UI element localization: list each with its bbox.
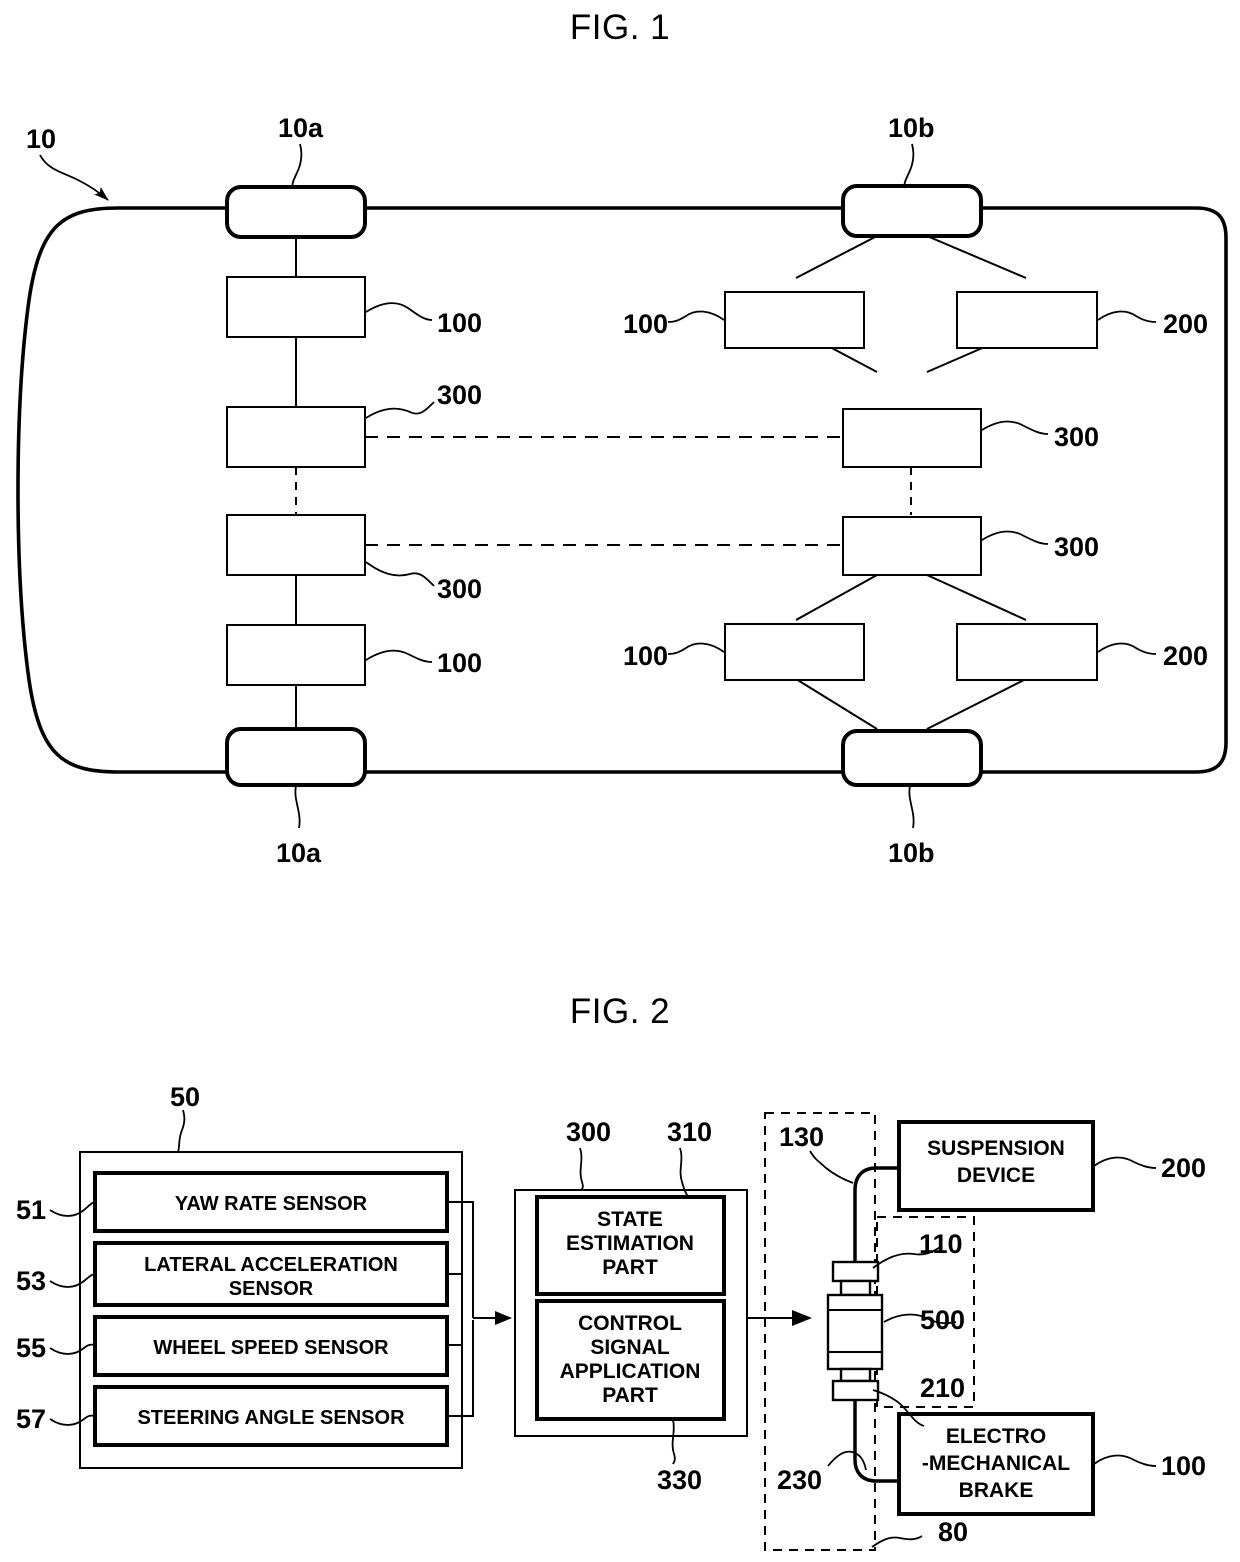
ref-300-fr: 300 bbox=[1054, 422, 1099, 452]
controller-to-connector-arrow bbox=[747, 1310, 812, 1326]
state-estimation-line3: PART bbox=[602, 1256, 658, 1279]
sensor-group-container bbox=[79, 1151, 463, 1469]
sensor-output-bus bbox=[447, 1201, 474, 1417]
wheel-front-right[interactable] bbox=[841, 184, 983, 238]
state-estimation-line1: STATE bbox=[597, 1208, 663, 1231]
lateral-acceleration-sensor-label-line2: SENSOR bbox=[229, 1278, 314, 1300]
connector-top-neck bbox=[839, 1279, 872, 1297]
ref-310: 310 bbox=[667, 1117, 712, 1147]
ref-110: 110 bbox=[919, 1229, 963, 1259]
ref-10b-bottom: 10b bbox=[888, 838, 935, 868]
connector-body-500[interactable] bbox=[826, 1293, 884, 1371]
sensor-to-controller-arrow bbox=[473, 1311, 512, 1325]
suspension-front-right[interactable] bbox=[956, 291, 1098, 349]
ref-55: 55 bbox=[16, 1333, 46, 1363]
steering-angle-sensor-label: STEERING ANGLE SENSOR bbox=[137, 1407, 405, 1429]
ref-330: 330 bbox=[657, 1465, 702, 1495]
state-estimation-part-box[interactable] bbox=[535, 1195, 726, 1296]
connector-dashed-box bbox=[876, 1216, 975, 1408]
ref-57: 57 bbox=[16, 1404, 46, 1434]
ref-53: 53 bbox=[16, 1266, 46, 1296]
ref-300-fl: 300 bbox=[437, 380, 482, 410]
connector-top-cap-110[interactable] bbox=[831, 1260, 880, 1283]
wheel-rear-left[interactable] bbox=[225, 727, 367, 787]
wheel-speed-sensor-label: WHEEL SPEED SENSOR bbox=[153, 1337, 389, 1359]
steering-angle-sensor-box[interactable] bbox=[93, 1385, 449, 1447]
ref-50: 50 bbox=[170, 1082, 200, 1112]
brake-front-left[interactable] bbox=[226, 276, 366, 338]
ref-300-rl: 300 bbox=[437, 574, 482, 604]
wheel-front-left[interactable] bbox=[225, 185, 367, 239]
figure-1-leader-lines bbox=[39, 143, 1157, 829]
right-column-connector-lines bbox=[795, 235, 1027, 730]
assembly-dashed-outer-80 bbox=[764, 1112, 876, 1551]
wheel-speed-sensor-box[interactable] bbox=[93, 1315, 449, 1377]
brake-rear-right[interactable] bbox=[724, 623, 865, 681]
wheel-rear-right[interactable] bbox=[841, 729, 983, 787]
ref-300-rr: 300 bbox=[1054, 532, 1099, 562]
control-signal-line2: SIGNAL bbox=[590, 1336, 670, 1359]
ref-51: 51 bbox=[16, 1195, 46, 1225]
ref-500: 500 bbox=[920, 1305, 965, 1335]
controller-rear-right[interactable] bbox=[842, 516, 982, 576]
ref-130: 130 bbox=[779, 1122, 824, 1152]
state-estimation-line2: ESTIMATION bbox=[566, 1232, 694, 1255]
yaw-rate-sensor-box[interactable] bbox=[93, 1171, 449, 1233]
brake-line1: ELECTRO bbox=[946, 1425, 1046, 1448]
ref-200-suspension: 200 bbox=[1161, 1153, 1206, 1183]
yaw-rate-sensor-label: YAW RATE SENSOR bbox=[175, 1193, 368, 1215]
ref-100-rl: 100 bbox=[437, 648, 482, 678]
ref-230: 230 bbox=[777, 1465, 822, 1495]
ref-100-brake: 100 bbox=[1161, 1451, 1206, 1481]
ref-200-fr: 200 bbox=[1163, 309, 1208, 339]
figure-2-leader-lines bbox=[49, 1109, 1157, 1548]
controller-rear-left[interactable] bbox=[226, 514, 366, 576]
figure-1-title: FIG. 1 bbox=[569, 8, 671, 47]
suspension-rear-right[interactable] bbox=[956, 623, 1098, 681]
control-signal-line3: APPLICATION bbox=[560, 1360, 701, 1383]
ref-200-rr: 200 bbox=[1163, 641, 1208, 671]
ref-10a-top: 10a bbox=[278, 113, 324, 143]
connector-bottom-cap-210[interactable] bbox=[831, 1379, 880, 1402]
controller-crosslinks bbox=[365, 436, 843, 546]
control-signal-line1: CONTROL bbox=[578, 1312, 682, 1335]
ref-300-controller: 300 bbox=[566, 1117, 611, 1147]
ref-100-rr: 100 bbox=[623, 641, 668, 671]
figure-1-drawing: 10 10a 10b 10a 10b 100 300 300 100 100 2… bbox=[16, 113, 1228, 868]
controller-front-left[interactable] bbox=[226, 406, 366, 468]
lateral-acceleration-sensor-box[interactable] bbox=[93, 1241, 449, 1307]
harness-lines bbox=[853, 1166, 898, 1483]
vehicle-body-outline bbox=[16, 206, 1228, 774]
control-signal-line4: PART bbox=[602, 1384, 658, 1407]
controller-front-right[interactable] bbox=[842, 408, 982, 468]
connector-bottom-neck bbox=[839, 1367, 872, 1383]
electro-mechanical-brake-box[interactable] bbox=[897, 1412, 1095, 1516]
ref-80: 80 bbox=[938, 1517, 968, 1547]
brake-front-right[interactable] bbox=[724, 291, 865, 349]
ref-100-fr: 100 bbox=[623, 309, 668, 339]
control-signal-application-part-box[interactable] bbox=[535, 1299, 726, 1421]
ref-100-fl: 100 bbox=[437, 308, 482, 338]
brake-rear-left[interactable] bbox=[226, 624, 366, 686]
figure-2-drawing: YAW RATE SENSOR LATERAL ACCELERATION SEN… bbox=[16, 1082, 1206, 1551]
patent-drawing-page: FIG. 1 10 10a 10b 10a 10b 100 300 300 10… bbox=[0, 0, 1240, 1562]
figure-2-title: FIG. 2 bbox=[569, 992, 671, 1031]
brake-line2: -MECHANICAL bbox=[922, 1452, 1070, 1475]
ref-10: 10 bbox=[26, 124, 56, 154]
brake-line3: BRAKE bbox=[959, 1479, 1034, 1502]
ref-210: 210 bbox=[920, 1373, 965, 1403]
suspension-device-line1: SUSPENSION bbox=[927, 1137, 1065, 1160]
controller-container bbox=[514, 1189, 748, 1437]
suspension-device-line2: DEVICE bbox=[957, 1164, 1035, 1187]
lateral-acceleration-sensor-label-line1: LATERAL ACCELERATION bbox=[144, 1254, 398, 1276]
suspension-device-box[interactable] bbox=[897, 1120, 1095, 1212]
ref-10b-top: 10b bbox=[888, 113, 935, 143]
ref-10a-bottom: 10a bbox=[276, 838, 322, 868]
